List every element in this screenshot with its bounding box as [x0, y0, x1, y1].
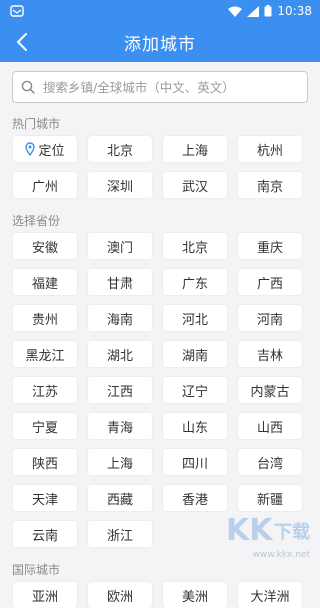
- province-chip[interactable]: 安徽: [13, 233, 77, 259]
- province-chip[interactable]: 江西: [88, 377, 152, 403]
- province-chip[interactable]: 河北: [163, 305, 227, 331]
- province-chip[interactable]: 浙江: [88, 521, 152, 547]
- region-chip[interactable]: 美洲: [163, 582, 227, 608]
- province-chip[interactable]: 内蒙古: [238, 377, 302, 403]
- hot-city-chip[interactable]: 上海: [163, 136, 227, 162]
- locate-button[interactable]: 定位: [13, 136, 77, 162]
- region-chip[interactable]: 大洋洲: [238, 582, 302, 608]
- province-chip[interactable]: 西藏: [88, 485, 152, 511]
- locate-label: 定位: [38, 143, 65, 159]
- hot-city-chip[interactable]: 南京: [238, 172, 302, 198]
- international-grid: 亚洲 欧洲 美洲 大洋洲: [0, 582, 320, 608]
- hot-cities-title: 热门城市: [12, 117, 61, 131]
- province-chip[interactable]: 青海: [88, 413, 152, 439]
- location-pin-icon: [25, 142, 36, 156]
- province-chip[interactable]: 甘肃: [88, 269, 152, 295]
- search-icon: [21, 80, 35, 94]
- province-chip[interactable]: 吉林: [238, 341, 302, 367]
- province-chip[interactable]: 黑龙江: [13, 341, 77, 367]
- province-chip[interactable]: 台湾: [238, 449, 302, 475]
- hot-city-chip[interactable]: 北京: [88, 136, 152, 162]
- province-chip[interactable]: 山西: [238, 413, 302, 439]
- hot-city-chip[interactable]: 广州: [13, 172, 77, 198]
- status-right: 10:38: [228, 4, 312, 18]
- province-chip[interactable]: 北京: [163, 233, 227, 259]
- province-chip[interactable]: 湖北: [88, 341, 152, 367]
- page-title: 添加城市: [124, 34, 196, 55]
- province-chip[interactable]: 辽宁: [163, 377, 227, 403]
- provinces-title: 选择省份: [12, 214, 61, 228]
- hot-city-chip[interactable]: 杭州: [238, 136, 302, 162]
- province-chip[interactable]: 天津: [13, 485, 77, 511]
- svg-text:下载: 下载: [274, 521, 310, 543]
- hot-city-chip[interactable]: 武汉: [163, 172, 227, 198]
- province-chip[interactable]: 广东: [163, 269, 227, 295]
- svg-text:KK: KK: [226, 513, 274, 548]
- province-chip[interactable]: 四川: [163, 449, 227, 475]
- watermark-text: www.kkx.net: [252, 550, 311, 560]
- app-bar: 添加城市: [0, 22, 320, 62]
- province-chip[interactable]: 陕西: [13, 449, 77, 475]
- watermark: KK 下载 www.kkx.net: [224, 506, 314, 562]
- search-input[interactable]: [41, 78, 299, 96]
- status-bar: 10:38: [0, 0, 320, 22]
- notification-icon: [10, 5, 24, 17]
- status-time: 10:38: [277, 4, 312, 18]
- region-chip[interactable]: 亚洲: [13, 582, 77, 608]
- province-chip[interactable]: 海南: [88, 305, 152, 331]
- search-box[interactable]: [12, 71, 308, 103]
- hot-cities-grid: 定位 北京 上海 杭州广州 深圳 武汉 南京: [0, 136, 320, 198]
- wifi-icon: [228, 6, 243, 17]
- province-chip[interactable]: 香港: [163, 485, 227, 511]
- province-chip[interactable]: 宁夏: [13, 413, 77, 439]
- province-chip[interactable]: 澳门: [88, 233, 152, 259]
- search-area: [0, 62, 320, 109]
- province-chip[interactable]: 重庆: [238, 233, 302, 259]
- back-button[interactable]: [8, 28, 36, 56]
- province-chip[interactable]: 河南: [238, 305, 302, 331]
- province-chip[interactable]: 湖南: [163, 341, 227, 367]
- hot-city-chip[interactable]: 深圳: [88, 172, 152, 198]
- province-chip[interactable]: 江苏: [13, 377, 77, 403]
- region-chip[interactable]: 欧洲: [88, 582, 152, 608]
- signal-icon: [247, 5, 260, 17]
- province-chip[interactable]: 云南: [13, 521, 77, 547]
- watermark-logo-icon: KK 下载: [226, 513, 310, 548]
- province-chip[interactable]: 福建: [13, 269, 77, 295]
- provinces-grid: 安徽 澳门 北京 重庆福建 甘肃 广东 广西贵州 海南 河北 河南黑龙江 湖北 湖南 吉林江苏 江西 辽宁内…: [0, 233, 320, 547]
- chevron-left-icon: [17, 33, 27, 51]
- battery-icon: [264, 5, 272, 17]
- province-chip[interactable]: 贵州: [13, 305, 77, 331]
- province-chip[interactable]: 广西: [238, 269, 302, 295]
- province-chip[interactable]: 山东: [163, 413, 227, 439]
- status-left: [10, 5, 24, 17]
- province-chip[interactable]: 上海: [88, 449, 152, 475]
